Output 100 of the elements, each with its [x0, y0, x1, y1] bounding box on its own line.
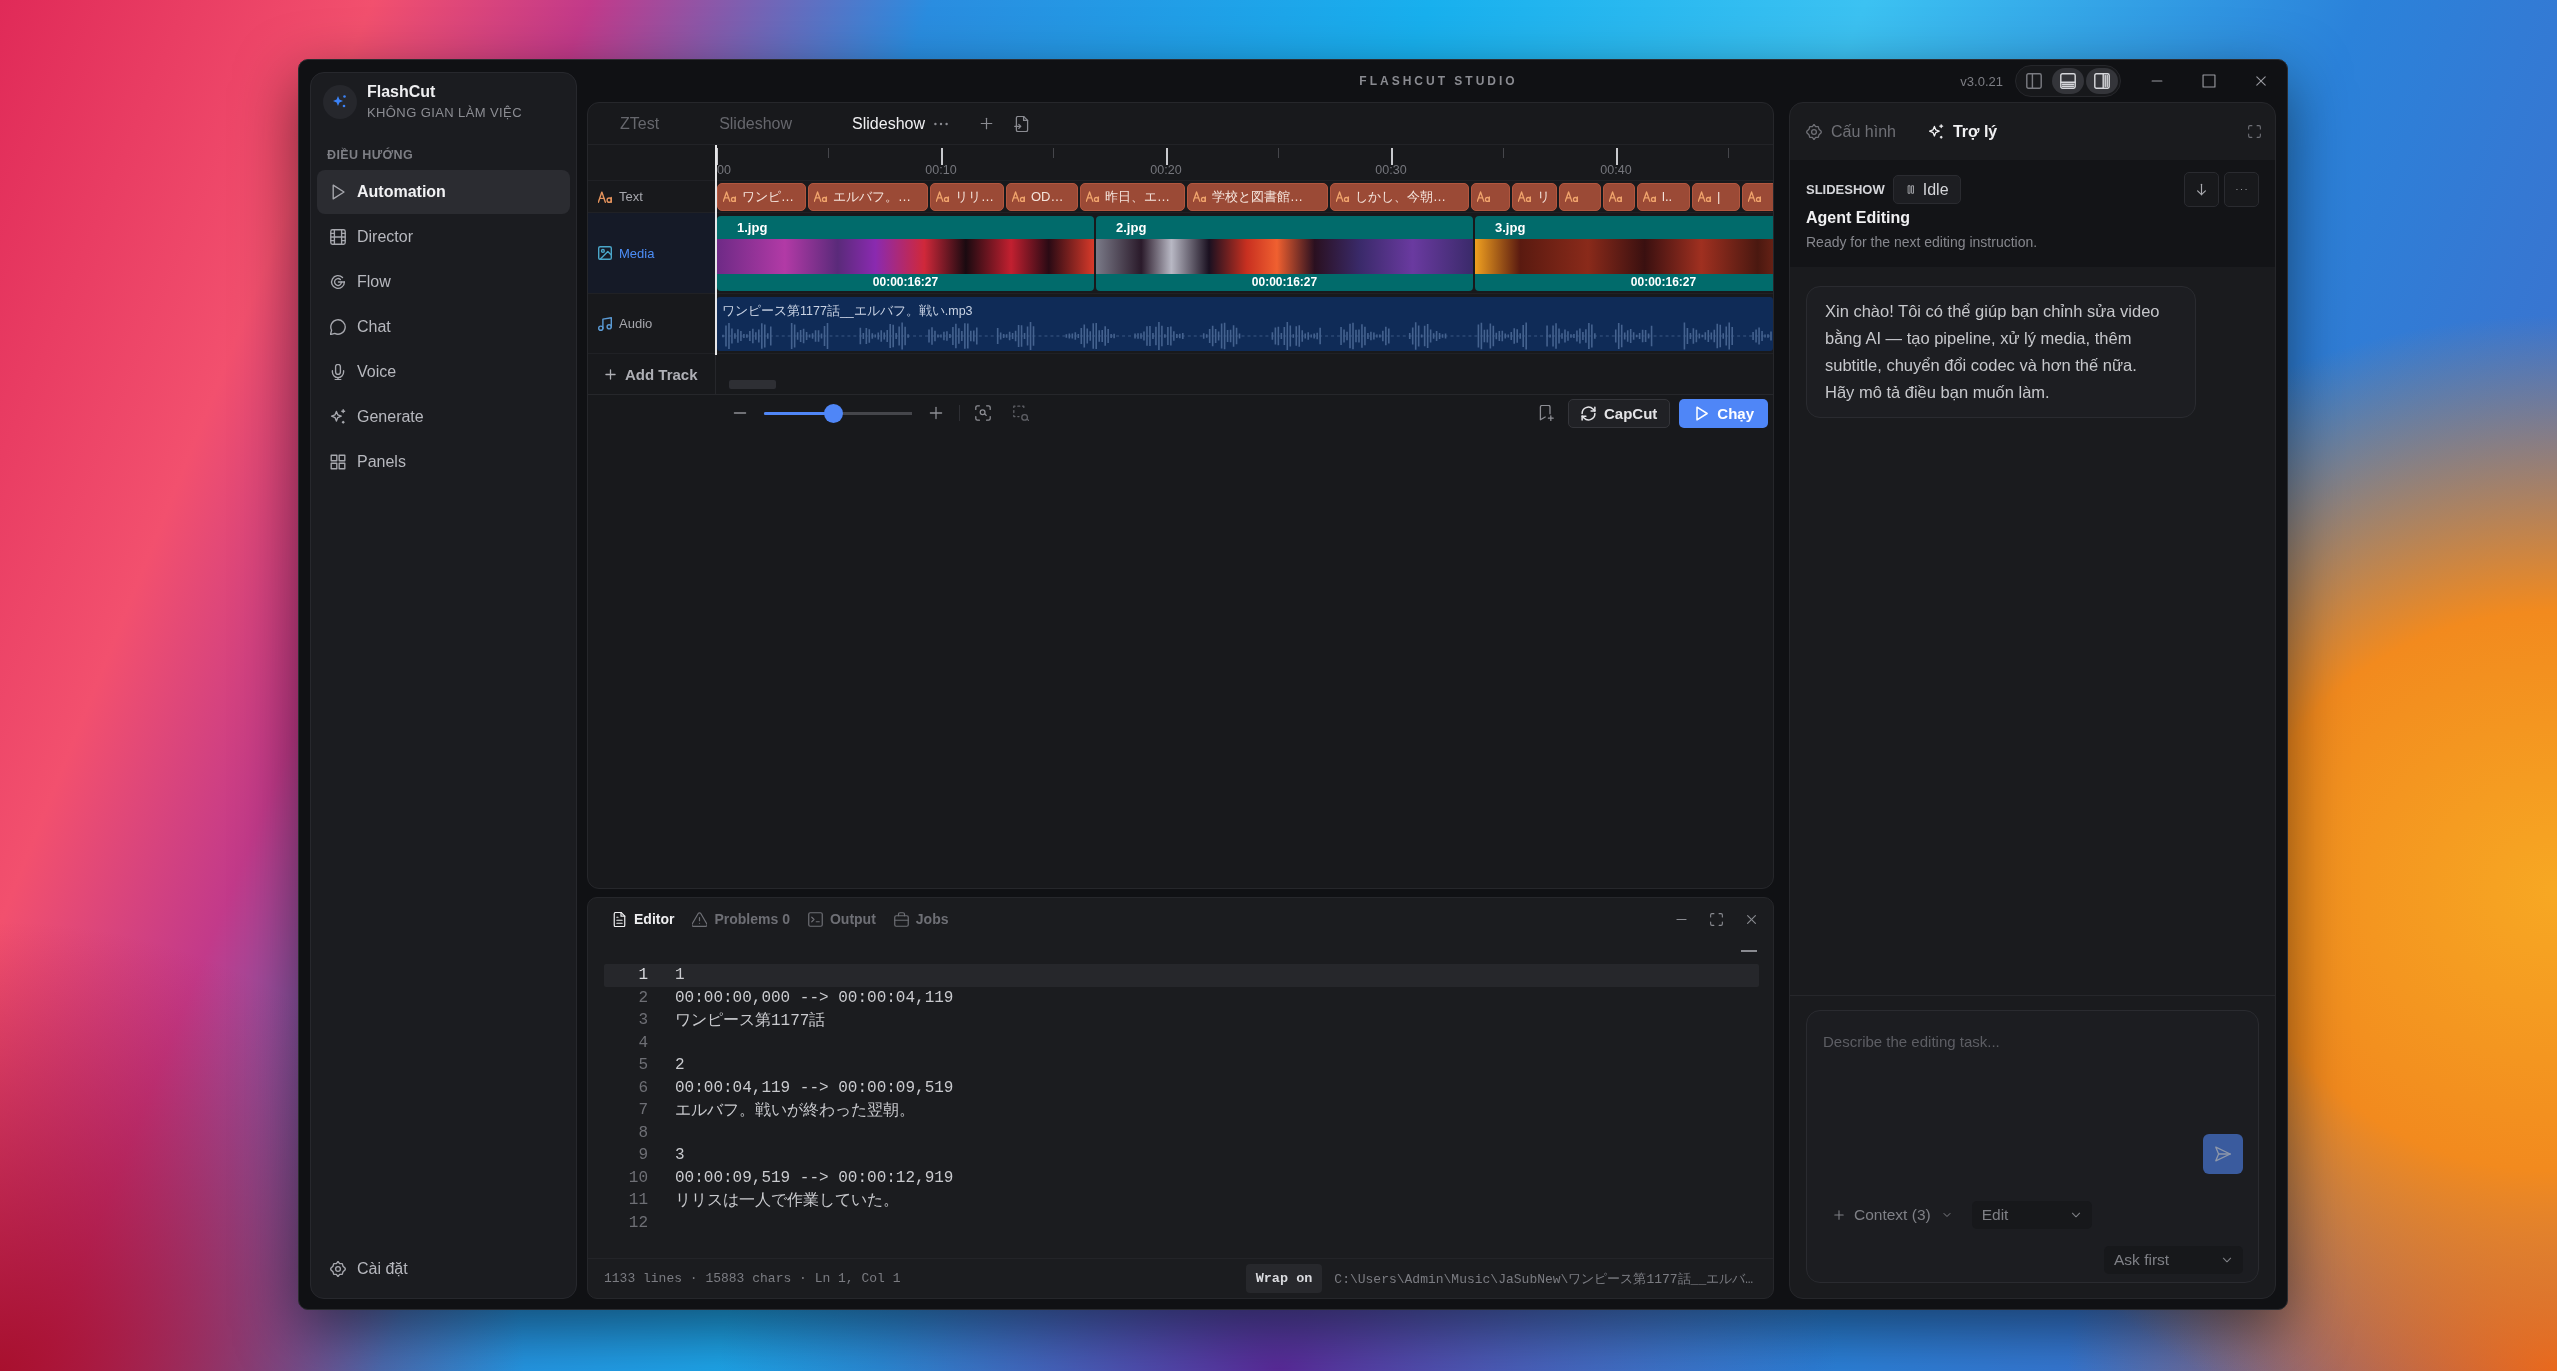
text-clip[interactable]: リ [1512, 182, 1557, 211]
audio-clip[interactable]: ワンピース第1177話__エルバフ。戦い.mp3 [717, 296, 1773, 351]
document-tab[interactable]: Slideshow [711, 103, 801, 145]
text-type-icon [1477, 190, 1490, 203]
text-clip[interactable] [1559, 182, 1601, 211]
panel-tab[interactable]: Jobs [893, 911, 949, 927]
zoom-in-icon[interactable] [928, 405, 944, 421]
text-type-icon [1012, 190, 1025, 203]
maximize-panel-icon[interactable] [1710, 912, 1723, 926]
text-clip[interactable]: | [1692, 182, 1740, 211]
code-text: 00:00:04,119 --> 00:00:09,519 [675, 1078, 954, 1097]
fit-to-view-icon[interactable] [975, 405, 991, 421]
media-clip[interactable]: 1.jpg 00:00:16:27 [717, 215, 1094, 291]
panel-tab[interactable]: Trợ lý [1927, 122, 1998, 141]
version-label: v3.0.21 [1960, 73, 2003, 89]
settings-item[interactable]: Cài đặt [317, 1247, 570, 1291]
text-clip[interactable]: 学校と図書館… [1187, 182, 1328, 211]
panel-tab[interactable]: Editor [612, 911, 675, 927]
sparkle-icon [1927, 123, 1944, 140]
assistant-message: Xin chào! Tôi có thể giúp bạn chỉnh sửa video bằng AI — tạo pipeline, xử lý media, thêm subtitle, chuyển đổi codec và hơn thế nữa. Hãy mô tả điều bạn muốn làm. [1806, 286, 2196, 418]
zoom-selection-icon[interactable] [1013, 405, 1029, 421]
briefcase-icon [893, 911, 909, 927]
panel-tab[interactable]: Problems 0 [692, 911, 790, 927]
panel-tab[interactable]: Cấu hình [1806, 122, 1896, 141]
project-label: SLIDESHOW [1806, 182, 1885, 197]
maximize-icon[interactable] [2202, 74, 2216, 88]
clip-label: リリ… [955, 187, 994, 206]
run-button[interactable]: Chạy [1679, 398, 1768, 428]
text-clip[interactable]: しかし、今朝… [1330, 182, 1469, 211]
text-type-icon [1643, 190, 1656, 203]
clip-label: 昨日、エ… [1105, 187, 1170, 206]
nav-item[interactable]: Voice [317, 350, 570, 394]
media-clip[interactable]: 3.jpg 00:00:16:27 [1475, 215, 1773, 291]
line-number: 9 [637, 1146, 648, 1165]
agent-title: Agent Editing [1806, 209, 1910, 227]
text-clip[interactable]: OD… [1006, 182, 1078, 211]
nav-item[interactable]: Generate [317, 395, 570, 439]
document-tab[interactable]: ZTest [612, 103, 668, 145]
nav-item[interactable]: Chat [317, 305, 570, 349]
clip-duration: 00:00:16:27 [1251, 275, 1318, 289]
clip-label: リ [1537, 187, 1550, 206]
panel-tab[interactable]: Output [807, 911, 876, 927]
text-clip[interactable]: l.. [1637, 182, 1690, 211]
add-track-button[interactable]: Add Track [588, 354, 716, 394]
document-tab[interactable]: Slideshow [844, 103, 933, 145]
capcut-export-button[interactable]: CapCut [1568, 398, 1671, 428]
close-panel-icon[interactable] [1745, 912, 1758, 926]
spiral-icon [330, 274, 346, 290]
nav-item[interactable]: Director [317, 215, 570, 259]
microphone-icon [330, 364, 346, 380]
context-button[interactable]: Context (3) [1823, 1201, 1962, 1229]
nav-item[interactable]: Flow [317, 260, 570, 304]
clip-label: l.. [1662, 189, 1673, 204]
mode-dropdown[interactable]: Edit [1971, 1201, 2092, 1229]
bookmark-plus-icon[interactable] [1538, 405, 1554, 421]
film-icon [330, 229, 346, 245]
approval-dropdown[interactable]: Ask first [2104, 1246, 2243, 1274]
clip-label: エルバフ。… [833, 187, 911, 206]
text-type-icon [1086, 190, 1099, 203]
sparkle-icon [330, 409, 346, 425]
text-clip[interactable]: 昨日、エ… [1080, 182, 1185, 211]
prompt-input-field[interactable]: Describe the editing task... [1823, 1027, 2243, 1127]
status-label: Idle [1922, 180, 1949, 199]
expand-icon[interactable] [2248, 125, 2261, 138]
nav-item[interactable]: Panels [317, 440, 570, 484]
line-number: 2 [637, 988, 648, 1007]
panel-toggle-button[interactable] [2086, 68, 2118, 94]
text-clip[interactable]: ワンピ… [717, 182, 806, 211]
clip-label: | [1717, 189, 1721, 204]
line-number: 7 [637, 1101, 648, 1120]
ruler-label: 00 [717, 163, 731, 177]
text-clip[interactable] [1471, 182, 1510, 211]
download-button[interactable] [2184, 172, 2219, 207]
settings-icon [1806, 123, 1822, 140]
text-clip[interactable] [1603, 182, 1635, 211]
send-button[interactable] [2203, 1134, 2243, 1174]
nav-item[interactable]: Automation [317, 170, 570, 214]
line-number: 11 [627, 1191, 648, 1210]
media-clip[interactable]: 2.jpg 00:00:16:27 [1096, 215, 1473, 291]
prompt-input-box[interactable]: Describe the editing task... Context (3) Edit Ask first [1806, 1010, 2259, 1283]
code-text: エルバフ。戦いが終わった翌朝。 [675, 1100, 915, 1121]
panel-toggle-button[interactable] [2052, 68, 2084, 94]
zoom-slider-thumb[interactable] [824, 403, 844, 423]
track-header[interactable]: Media [588, 213, 716, 293]
text-clip[interactable]: エルバフ。… [808, 182, 928, 211]
ruler-label: 00:10 [925, 163, 957, 177]
right-panel-icon [2094, 73, 2110, 89]
scrollbar-thumb[interactable] [729, 380, 776, 389]
line-number: 12 [627, 1213, 648, 1232]
warning-icon [692, 911, 708, 927]
clip-label: しかし、今朝… [1355, 187, 1446, 206]
word-wrap-button[interactable]: Wrap on [1245, 1264, 1323, 1293]
close-icon[interactable] [2254, 74, 2268, 88]
agent-subtitle: Ready for the next editing instruction. [1806, 234, 2038, 250]
code-text: 00:00:00,000 --> 00:00:04,119 [675, 988, 954, 1007]
add-tab-icon[interactable] [979, 116, 994, 131]
text-clip[interactable]: リリ… [930, 182, 1004, 211]
code-text: ワンピース第1177話 [675, 1010, 826, 1031]
code-text: 3 [675, 1146, 685, 1165]
file-import-icon[interactable] [1014, 115, 1030, 132]
